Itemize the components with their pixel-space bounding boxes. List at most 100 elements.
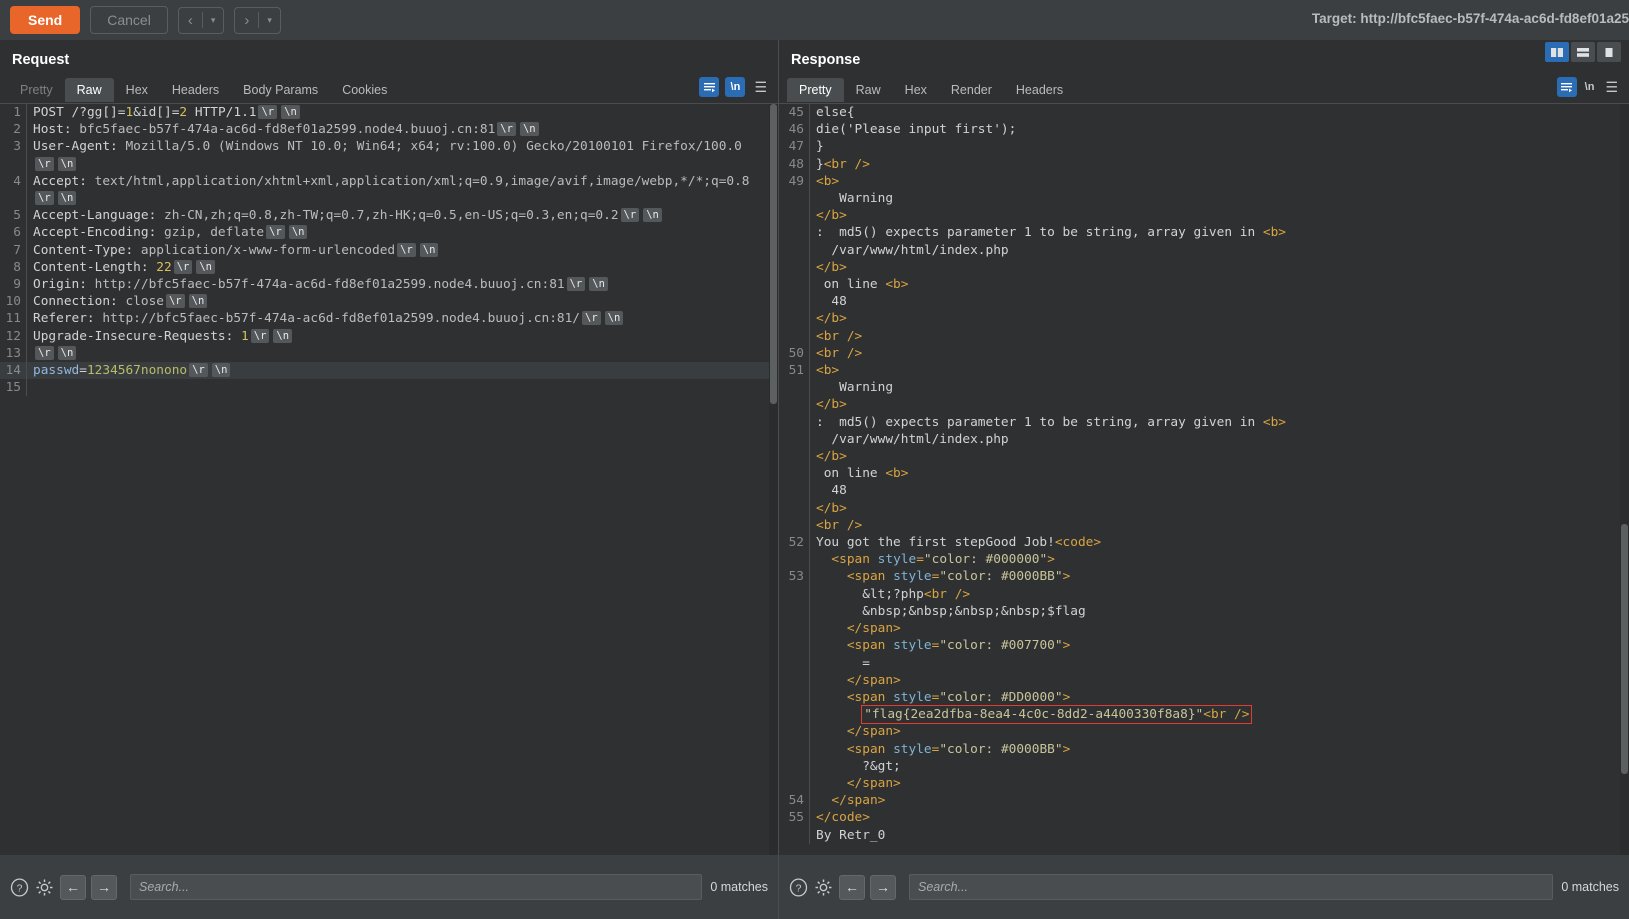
response-tab-hex[interactable]: Hex	[893, 78, 939, 102]
request-tab-body-params[interactable]: Body Params	[231, 78, 330, 102]
cancel-button[interactable]: Cancel	[90, 6, 168, 34]
response-scrollbar[interactable]	[1620, 104, 1629, 855]
response-search-forward-icon[interactable]: →	[870, 874, 896, 900]
response-code-line[interactable]: 48}<br />	[779, 155, 1629, 173]
response-code-line[interactable]: 45 else{	[779, 104, 1629, 122]
response-settings-gear-icon[interactable]	[814, 878, 833, 897]
chevron-down-icon[interactable]: ▾	[259, 8, 280, 33]
request-tab-headers[interactable]: Headers	[160, 78, 231, 102]
response-editor[interactable]: 45 else{46 die('Please input first'); 47} 48…	[779, 104, 1629, 855]
response-code-line[interactable]: : md5() expects parameter 1 to be string…	[779, 413, 1629, 431]
request-code-line[interactable]: 6 Accept-Encoding: gzip, deflate \r \n	[0, 224, 778, 242]
response-code-line[interactable]: </span>	[779, 774, 1629, 793]
response-code-line[interactable]: By Retr_0	[779, 826, 1629, 844]
response-wrap-lines-icon[interactable]	[1556, 77, 1577, 97]
request-help-icon[interactable]: ?	[10, 877, 29, 897]
response-code-line[interactable]: on line <b>	[779, 276, 1629, 294]
request-wrap-lines-icon[interactable]	[699, 77, 720, 97]
request-search-back-icon[interactable]: ←	[60, 874, 86, 900]
response-code-line[interactable]: <span style="color: #0000BB">	[779, 740, 1629, 758]
response-code-line[interactable]: /var/www/html/index.php	[779, 430, 1629, 449]
request-tab-cookies[interactable]: Cookies	[330, 78, 399, 102]
request-scrollbar[interactable]	[769, 104, 778, 855]
request-tab-raw[interactable]: Raw	[64, 77, 114, 102]
response-code-line[interactable]: </span>	[779, 620, 1629, 638]
response-code-line[interactable]: 48	[779, 482, 1629, 500]
request-code-line[interactable]: 3 User-Agent: Mozilla/5.0 (Windows NT 10.…	[0, 138, 778, 156]
response-code-line[interactable]: ?&gt;	[779, 757, 1629, 775]
chevron-down-icon[interactable]: ▾	[203, 8, 224, 33]
request-code-line[interactable]: 5 Accept-Language: zh-CN,zh;q=0.8,zh-TW;q…	[0, 207, 778, 225]
response-code-line[interactable]: </b>	[779, 448, 1629, 466]
request-menu-icon[interactable]: ☰	[751, 79, 770, 96]
request-code-line[interactable]: 10 Connection: close \r \n	[0, 293, 778, 311]
request-code-line[interactable]: \r \n	[0, 155, 778, 173]
response-code-line[interactable]: : md5() expects parameter 1 to be string…	[779, 224, 1629, 242]
single-view-icon[interactable]	[1597, 42, 1621, 62]
side-by-side-view-icon[interactable]	[1545, 42, 1569, 62]
response-code-line[interactable]: </b>	[779, 396, 1629, 414]
request-code-line[interactable]: 2 Host: bfc5faec-b57f-474a-ac6d-fd8ef01a2…	[0, 121, 778, 139]
response-code-line[interactable]: &lt;?php<br />	[779, 585, 1629, 603]
response-code-line[interactable]: 48	[779, 293, 1629, 311]
response-code-line[interactable]: 47}	[779, 138, 1629, 156]
response-search-back-icon[interactable]: ←	[839, 874, 865, 900]
previous-arrow-icon[interactable]: ‹	[179, 8, 202, 33]
request-code-line[interactable]: 12 Upgrade-Insecure-Requests: 1 \r \n	[0, 327, 778, 345]
next-arrow-icon[interactable]: ›	[235, 8, 258, 33]
response-code-line[interactable]: </b>	[779, 258, 1629, 277]
request-code-line[interactable]: 15	[0, 379, 778, 397]
send-button[interactable]: Send	[10, 6, 81, 34]
response-help-icon[interactable]: ?	[789, 877, 808, 897]
response-code-line[interactable]: 52 You got the first stepGood Job!<code>	[779, 534, 1629, 552]
request-code-line[interactable]: 14 passwd=1234567nonono \r \n	[0, 362, 778, 380]
request-search-input[interactable]	[130, 874, 703, 900]
response-tab-raw[interactable]: Raw	[844, 78, 893, 102]
request-code-line[interactable]: 4 Accept: text/html,application/xhtml+xml…	[0, 172, 778, 191]
response-code-line[interactable]: 49 <b>	[779, 172, 1629, 191]
response-code-line[interactable]: on line <b>	[779, 465, 1629, 483]
response-tab-render[interactable]: Render	[939, 78, 1004, 102]
response-tab-pretty[interactable]: Pretty	[787, 77, 844, 102]
response-code-line[interactable]: 53 <span style="color: #0000BB">	[779, 568, 1629, 586]
response-code-line[interactable]: "flag{2ea2dfba-8ea4-4c0c-8dd2-a4400330f8…	[779, 705, 1629, 725]
request-settings-gear-icon[interactable]	[35, 878, 54, 897]
response-code-line[interactable]: <span style="color: #007700">	[779, 637, 1629, 655]
response-code-line[interactable]: <br />	[779, 516, 1629, 535]
request-code-line[interactable]: \r \n	[0, 190, 778, 208]
response-code-line[interactable]: Warning	[779, 379, 1629, 397]
response-code-line[interactable]: <span style="color: #DD0000">	[779, 688, 1629, 707]
request-editor[interactable]: 1 POST /?gg[]=1&id[]=2 HTTP/1.1 \r \n 2 Host:…	[0, 104, 778, 855]
request-tab-hex[interactable]: Hex	[114, 78, 160, 102]
request-code-line[interactable]: 13 \r \n	[0, 344, 778, 363]
request-code-line[interactable]: 11 Referer: http://bfc5faec-b57f-474a-ac6…	[0, 310, 778, 328]
response-code-line[interactable]: </span>	[779, 723, 1629, 741]
response-code-line[interactable]: 50 <br />	[779, 344, 1629, 363]
response-code-line[interactable]: &nbsp;&nbsp;&nbsp;&nbsp;$flag	[779, 602, 1629, 621]
response-search-input[interactable]	[909, 874, 1554, 900]
response-code-line[interactable]: 54 </span>	[779, 792, 1629, 810]
response-code-line[interactable]: </b>	[779, 207, 1629, 225]
response-code-line[interactable]: /var/www/html/index.php	[779, 241, 1629, 259]
next-request-nav[interactable]: › ▾	[234, 6, 281, 34]
response-code-line[interactable]: 46 die('Please input first');	[779, 121, 1629, 139]
response-code-line[interactable]: <br />	[779, 327, 1629, 345]
request-code-line[interactable]: 7 Content-Type: application/x-www-form-ur…	[0, 241, 778, 259]
response-newline-toggle[interactable]: \n	[1583, 81, 1597, 93]
response-code-line[interactable]: <span style="color: #000000">	[779, 551, 1629, 569]
response-scroll-thumb[interactable]	[1621, 524, 1628, 774]
response-code-line[interactable]: 51 <b>	[779, 362, 1629, 380]
request-tab-pretty[interactable]: Pretty	[8, 78, 65, 102]
response-menu-icon[interactable]: ☰	[1602, 79, 1621, 96]
response-code-line[interactable]: =	[779, 654, 1629, 672]
response-code-line[interactable]: Warning	[779, 190, 1629, 208]
request-code-line[interactable]: 8 Content-Length: 22 \r \n	[0, 258, 778, 277]
request-code-line[interactable]: 9 Origin: http://bfc5faec-b57f-474a-ac6d-…	[0, 276, 778, 294]
request-newline-toggle[interactable]: \n	[725, 77, 746, 97]
response-code-line[interactable]: 55 </code>	[779, 809, 1629, 827]
response-code-line[interactable]: </span>	[779, 671, 1629, 689]
request-code-line[interactable]: 1 POST /?gg[]=1&id[]=2 HTTP/1.1 \r \n	[0, 104, 778, 122]
previous-request-nav[interactable]: ‹ ▾	[177, 6, 225, 34]
response-code-line[interactable]: </b>	[779, 310, 1629, 328]
stacked-view-icon[interactable]	[1571, 42, 1595, 62]
